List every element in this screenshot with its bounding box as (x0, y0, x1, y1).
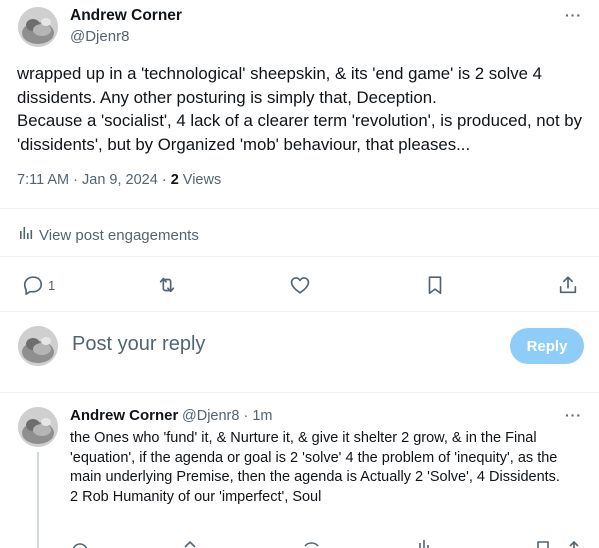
more-options-icon[interactable]: ··· (565, 7, 582, 23)
divider (0, 208, 599, 209)
avatar-image (18, 7, 58, 47)
avatar-image (18, 407, 58, 447)
reply-avatar[interactable] (18, 407, 58, 447)
views-count: 2 (170, 172, 179, 188)
post-meta: 7:11 AM · Jan 9, 2024 · 2 Views (17, 172, 221, 188)
like-action-button[interactable] (289, 274, 311, 296)
divider (0, 256, 599, 257)
reply-more-options-icon[interactable]: ··· (565, 407, 582, 423)
repost-action-button[interactable] (156, 274, 178, 296)
author-handle[interactable]: @Djenr8 (70, 28, 129, 45)
reply-text: the Ones who 'fund' it, & Nurture it, & … (70, 429, 590, 507)
reply-author-handle[interactable]: @Djenr8 · 1m (182, 408, 272, 424)
bookmark-icon (428, 276, 442, 295)
post-text: wrapped up in a 'technological' sheepski… (17, 62, 592, 156)
analytics-icon (19, 226, 33, 244)
post-timestamp[interactable]: 7:11 AM · Jan 9, 2024 · (17, 172, 171, 188)
divider (0, 311, 599, 312)
view-engagements-link[interactable]: View post engagements (19, 226, 199, 244)
share-action-button[interactable] (557, 274, 579, 296)
heart-icon (290, 277, 310, 294)
reply-submit-button[interactable]: Reply (510, 328, 584, 364)
avatar[interactable] (18, 7, 58, 47)
reply-action-button[interactable]: 1 (22, 274, 55, 296)
engagements-label: View post engagements (39, 226, 199, 244)
repost-icon (159, 277, 175, 293)
thread-line (37, 452, 39, 548)
reply-paragraph: 2 Rob Humanity of our 'imperfect', Soul (70, 488, 322, 505)
reply-action-bar (0, 536, 599, 548)
post-paragraph: Because a 'socialist', 4 lack of a clear… (17, 111, 583, 154)
reply-input[interactable]: Post your reply (72, 333, 205, 356)
reply-count: 1 (48, 277, 56, 293)
reply-paragraph: the Ones who 'fund' it, & Nurture it, & … (70, 430, 560, 485)
reply-action-icons (72, 540, 579, 548)
composer-avatar[interactable] (18, 326, 58, 366)
reply-author-name[interactable]: Andrew Corner (70, 407, 178, 424)
avatar-image (18, 326, 58, 366)
bookmark-action-button[interactable] (424, 274, 446, 296)
views-label: Views (178, 172, 222, 188)
author-name[interactable]: Andrew Corner (70, 7, 182, 25)
divider (0, 392, 599, 393)
share-icon (559, 276, 577, 294)
reply-icon (23, 276, 43, 295)
post-paragraph: wrapped up in a 'technological' sheepski… (17, 64, 542, 107)
